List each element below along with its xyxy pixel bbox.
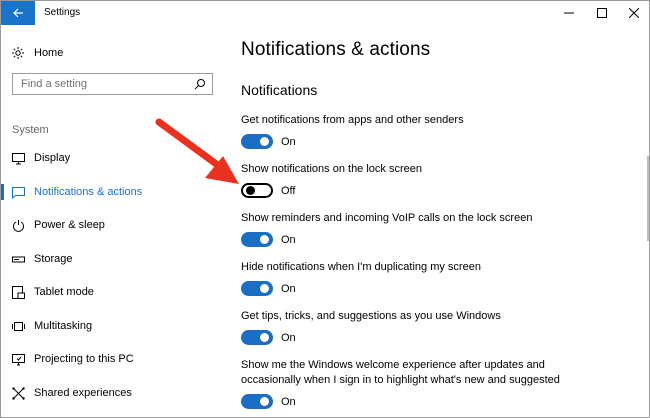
page-title: Notifications & actions <box>241 39 431 60</box>
tablet-mode-icon <box>12 285 25 299</box>
sidebar-item-multitasking[interactable]: Multitasking <box>1 311 229 341</box>
main-content: Notifications & actions Notifications Ge… <box>229 25 649 417</box>
search-input[interactable]: Find a setting <box>12 73 213 95</box>
window-title: Settings <box>44 7 81 18</box>
sidebar-item-shared-experiences[interactable]: Shared experiences <box>1 378 229 408</box>
sidebar-item-label: Storage <box>34 253 73 265</box>
setting-reminders-voip: Show reminders and incoming VoIP calls o… <box>241 211 601 247</box>
active-indicator <box>1 184 4 200</box>
sidebar-item-power[interactable]: Power & sleep <box>1 210 229 240</box>
reminders-voip-toggle[interactable] <box>241 232 273 247</box>
setting-description: Show notifications on the lock screen <box>241 163 422 175</box>
sidebar-item-label: Multitasking <box>34 320 93 332</box>
setting-app-notifications: Get notifications from apps and other se… <box>241 113 601 149</box>
sidebar-item-label: Projecting to this PC <box>34 353 134 365</box>
power-icon <box>12 219 25 232</box>
sidebar-item-label: Power & sleep <box>34 219 105 231</box>
maximize-button[interactable] <box>585 1 619 25</box>
sidebar-home-label: Home <box>34 47 64 59</box>
minimize-icon <box>564 12 574 14</box>
sidebar-item-tablet-mode[interactable]: Tablet mode <box>1 277 229 307</box>
setting-description: Show reminders and incoming VoIP calls o… <box>241 212 533 224</box>
projecting-icon <box>12 353 25 366</box>
toggle-state-label: Off <box>281 184 296 197</box>
shared-experiences-icon <box>12 386 25 400</box>
toggle-state-label: On <box>281 282 296 295</box>
annotation-arrow-icon <box>155 118 239 184</box>
search-placeholder: Find a setting <box>21 78 88 90</box>
back-button[interactable] <box>1 1 35 25</box>
back-arrow-icon <box>13 8 23 18</box>
welcome-experience-toggle[interactable] <box>241 394 273 409</box>
setting-description: Hide notifications when I'm duplicating … <box>241 261 481 273</box>
gear-icon <box>11 46 25 60</box>
setting-description: Show me the Windows welcome experience a… <box>241 359 560 386</box>
storage-icon <box>12 253 25 266</box>
sidebar-item-label: Tablet mode <box>34 286 94 298</box>
sidebar-item-storage[interactable]: Storage <box>1 244 229 274</box>
setting-description: Get tips, tricks, and suggestions as you… <box>241 310 501 322</box>
section-title: Notifications <box>241 82 318 98</box>
toggle-state-label: On <box>281 233 296 246</box>
scrollbar-thumb[interactable] <box>647 156 649 241</box>
hide-when-duplicating-toggle[interactable] <box>241 281 273 296</box>
tips-tricks-toggle[interactable] <box>241 330 273 345</box>
sidebar-item-label: Notifications & actions <box>34 186 143 198</box>
multitasking-icon <box>12 320 25 333</box>
close-icon <box>629 8 639 18</box>
sidebar: Home Find a setting System Display Notif… <box>1 25 229 417</box>
setting-lock-screen-notifications: Show notifications on the lock screen Of… <box>241 162 601 198</box>
setting-tips-tricks: Get tips, tricks, and suggestions as you… <box>241 309 601 345</box>
setting-welcome-experience: Show me the Windows welcome experience a… <box>241 358 571 409</box>
toggle-state-label: On <box>281 395 296 408</box>
setting-description: Get notifications from apps and other se… <box>241 114 464 126</box>
minimize-button[interactable] <box>552 1 586 25</box>
settings-window: Settings Home Find a setting System Disp… <box>0 0 650 418</box>
notifications-icon <box>12 186 25 199</box>
sidebar-item-label: Display <box>34 152 71 164</box>
search-icon <box>194 79 205 90</box>
sidebar-item-projecting[interactable]: Projecting to this PC <box>1 344 229 374</box>
maximize-icon <box>597 8 607 18</box>
display-icon <box>12 152 25 165</box>
sidebar-item-label: Shared experiences <box>34 387 132 399</box>
toggle-state-label: On <box>281 135 296 148</box>
sidebar-item-home[interactable]: Home <box>11 45 63 61</box>
setting-hide-when-duplicating: Hide notifications when I'm duplicating … <box>241 260 601 296</box>
toggle-state-label: On <box>281 331 296 344</box>
close-button[interactable] <box>617 1 649 25</box>
sidebar-section-label: System <box>12 124 49 136</box>
title-bar: Settings <box>1 1 649 25</box>
